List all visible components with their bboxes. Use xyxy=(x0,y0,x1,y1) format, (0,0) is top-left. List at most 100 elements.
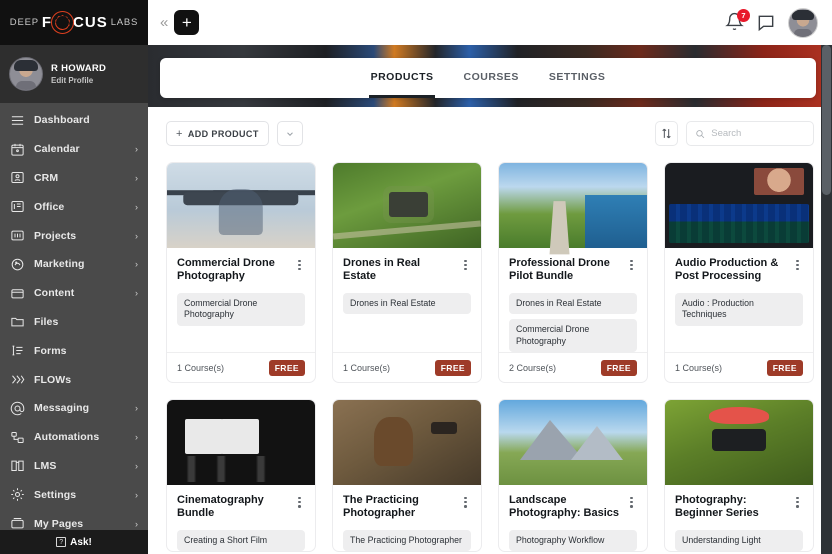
sidebar-item-my-pages[interactable]: My Pages › xyxy=(0,509,148,530)
app-root: DEEP F CUS LABS R HOWARD Edit Profile Da… xyxy=(0,0,832,554)
search-box[interactable] xyxy=(686,121,814,146)
product-title: The Practicing Photographer xyxy=(343,494,454,521)
course-chip[interactable]: Drones in Real Estate xyxy=(509,293,637,314)
pages-icon xyxy=(10,516,25,530)
sidebar-item-label: FLOWs xyxy=(34,374,129,386)
product-body: Photography: Beginner Series Understandi… xyxy=(665,485,813,551)
product-card[interactable]: Landscape Photography: Basics Photograph… xyxy=(498,399,648,552)
more-options-icon[interactable] xyxy=(792,258,803,272)
product-title: Drones in Real Estate xyxy=(343,257,454,284)
marketing-icon xyxy=(10,257,25,272)
price-badge: FREE xyxy=(767,360,803,376)
more-options-icon[interactable] xyxy=(792,495,803,509)
brand-suffix: LABS xyxy=(111,17,139,28)
ask-bar[interactable]: ? Ask! xyxy=(0,530,148,554)
sidebar-item-calendar[interactable]: Calendar › xyxy=(0,135,148,164)
product-body: Professional Drone Pilot Bundle Drones i… xyxy=(499,248,647,352)
sidebar-item-messaging[interactable]: Messaging › xyxy=(0,394,148,423)
contact-icon xyxy=(10,170,25,185)
quick-add-button[interactable]: + xyxy=(174,10,199,35)
product-body: Landscape Photography: Basics Photograph… xyxy=(499,485,647,551)
tab-products[interactable]: PRODUCTS xyxy=(369,58,436,98)
product-chips: Creating a Short Film xyxy=(177,530,305,551)
content-icon xyxy=(10,286,25,301)
profile-block[interactable]: R HOWARD Edit Profile xyxy=(0,45,148,103)
notifications-button[interactable]: 7 xyxy=(725,12,744,33)
tab-bar: PRODUCTS COURSES SETTINGS xyxy=(160,58,816,98)
aperture-icon xyxy=(51,11,74,34)
sidebar-item-automations[interactable]: Automations › xyxy=(0,423,148,452)
add-product-dropdown[interactable] xyxy=(277,121,303,146)
chevron-right-icon: › xyxy=(135,519,138,529)
course-chip[interactable]: Commercial Drone Photography xyxy=(509,319,637,352)
chevron-right-icon: › xyxy=(135,144,138,154)
folder-icon xyxy=(10,314,25,329)
product-header: The Practicing Photographer xyxy=(343,494,471,521)
collapse-sidebar-button[interactable]: « xyxy=(154,14,174,31)
more-options-icon[interactable] xyxy=(626,495,637,509)
tab-label: COURSES xyxy=(463,71,518,83)
product-card[interactable]: The Practicing Photographer The Practici… xyxy=(332,399,482,552)
brand-logo[interactable]: DEEP F CUS LABS xyxy=(0,0,148,45)
product-card[interactable]: Photography: Beginner Series Understandi… xyxy=(664,399,814,552)
vertical-scrollbar[interactable] xyxy=(821,45,832,554)
course-chip[interactable]: Photography Workflow xyxy=(509,530,637,551)
search-input[interactable] xyxy=(711,128,805,139)
course-chip[interactable]: Drones in Real Estate xyxy=(343,293,471,314)
product-body: Audio Production & Post Processing Audio… xyxy=(665,248,813,352)
price-badge: FREE xyxy=(435,360,471,376)
menu-icon xyxy=(10,113,25,128)
product-chips: Audio : Production Techniques xyxy=(675,293,803,326)
product-body: Cinematography Bundle Creating a Short F… xyxy=(167,485,315,551)
sidebar-item-files[interactable]: Files xyxy=(0,308,148,337)
user-avatar[interactable] xyxy=(788,8,818,38)
tab-courses[interactable]: COURSES xyxy=(461,58,520,98)
sidebar-item-flows[interactable]: FLOWs xyxy=(0,365,148,394)
scrollbar-thumb[interactable] xyxy=(822,45,831,195)
product-card[interactable]: Audio Production & Post Processing Audio… xyxy=(664,162,814,383)
sidebar-item-crm[interactable]: CRM › xyxy=(0,164,148,193)
sidebar-item-office[interactable]: Office › xyxy=(0,192,148,221)
more-options-icon[interactable] xyxy=(460,495,471,509)
sort-button[interactable] xyxy=(655,121,678,146)
more-options-icon[interactable] xyxy=(294,258,305,272)
sidebar-item-label: Calendar xyxy=(34,143,126,155)
product-card[interactable]: Professional Drone Pilot Bundle Drones i… xyxy=(498,162,648,383)
sidebar-item-settings[interactable]: Settings › xyxy=(0,480,148,509)
product-card[interactable]: Drones in Real Estate Drones in Real Est… xyxy=(332,162,482,383)
product-footer: 1 Course(s) FREE xyxy=(167,352,315,382)
add-product-button[interactable]: + ADD PRODUCT xyxy=(166,121,269,146)
chat-icon[interactable] xyxy=(756,13,776,33)
course-chip[interactable]: Commercial Drone Photography xyxy=(177,293,305,326)
more-options-icon[interactable] xyxy=(294,495,305,509)
sidebar-item-content[interactable]: Content › xyxy=(0,279,148,308)
sidebar-item-projects[interactable]: Projects › xyxy=(0,221,148,250)
add-product-label: ADD PRODUCT xyxy=(188,129,259,139)
course-chip[interactable]: Creating a Short Film xyxy=(177,530,305,551)
sidebar-item-label: Office xyxy=(34,201,126,213)
edit-profile-link[interactable]: Edit Profile xyxy=(51,76,106,85)
sidebar-item-marketing[interactable]: Marketing › xyxy=(0,250,148,279)
product-card[interactable]: Commercial Drone Photography Commercial … xyxy=(166,162,316,383)
toolbar: + ADD PRODUCT xyxy=(148,107,832,146)
more-options-icon[interactable] xyxy=(460,258,471,272)
course-chip[interactable]: Understanding Light xyxy=(675,530,803,551)
course-chip[interactable]: The Practicing Photographer xyxy=(343,530,471,551)
product-chips: Drones in Real Estate xyxy=(343,293,471,314)
product-header: Commercial Drone Photography xyxy=(177,257,305,284)
more-options-icon[interactable] xyxy=(626,258,637,272)
course-chip[interactable]: Audio : Production Techniques xyxy=(675,293,803,326)
product-thumbnail xyxy=(665,163,813,248)
sidebar-item-forms[interactable]: Forms xyxy=(0,336,148,365)
sidebar-item-lms[interactable]: LMS › xyxy=(0,452,148,481)
gear-icon xyxy=(10,487,25,502)
product-card[interactable]: Cinematography Bundle Creating a Short F… xyxy=(166,399,316,552)
product-title: Professional Drone Pilot Bundle xyxy=(509,257,620,284)
product-header: Landscape Photography: Basics xyxy=(509,494,637,521)
help-icon: ? xyxy=(56,537,66,547)
chevron-right-icon: › xyxy=(135,259,138,269)
sidebar-item-label: Dashboard xyxy=(34,114,129,126)
sidebar-item-dashboard[interactable]: Dashboard xyxy=(0,106,148,135)
tab-settings[interactable]: SETTINGS xyxy=(547,58,608,98)
product-thumbnail xyxy=(499,163,647,248)
